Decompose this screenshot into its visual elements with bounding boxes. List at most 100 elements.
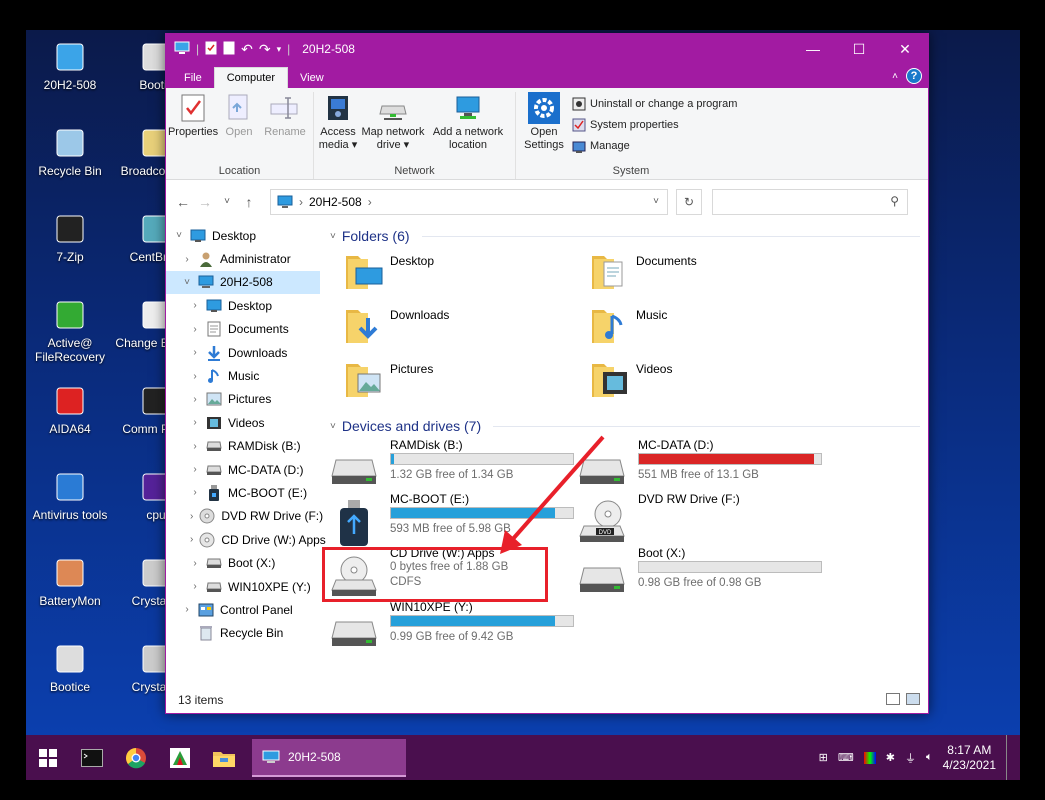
clock[interactable]: 8:17 AM 4/23/2021: [943, 743, 996, 773]
desktop-icon-item[interactable]: Recycle Bin: [26, 126, 115, 178]
chevron-right-icon[interactable]: ›: [190, 511, 193, 522]
back-arrow-icon[interactable]: ←: [176, 194, 190, 210]
close-button[interactable]: ✕: [882, 34, 928, 64]
recent-locations-chevron-icon[interactable]: ˅: [220, 196, 234, 207]
nav-item[interactable]: › Administrator: [166, 247, 320, 270]
keyboard-tray-icon[interactable]: ⌨: [838, 751, 854, 764]
show-desktop-button[interactable]: [1006, 735, 1010, 780]
chevron-down-icon[interactable]: ˅: [174, 230, 184, 241]
chevron-right-icon[interactable]: ›: [190, 487, 200, 498]
undo-icon[interactable]: ↶: [241, 41, 253, 58]
nav-item[interactable]: › Videos: [166, 411, 320, 434]
nav-item[interactable]: › DVD RW Drive (F:): [166, 505, 323, 528]
desktop-icon-item[interactable]: AIDA64: [26, 384, 115, 436]
new-folder-qa-icon[interactable]: [223, 41, 235, 58]
chevron-right-icon[interactable]: ›: [190, 371, 200, 382]
color-tray-icon[interactable]: [863, 751, 876, 764]
chevron-right-icon[interactable]: ›: [190, 324, 200, 335]
minimize-button[interactable]: —: [790, 34, 836, 64]
nav-item[interactable]: Recycle Bin: [166, 622, 320, 645]
desktop-icon-item[interactable]: Active@ FileRecovery: [26, 298, 115, 364]
breadcrumb-item[interactable]: 20H2-508: [309, 195, 362, 209]
customize-qa-icon[interactable]: ▾: [277, 44, 282, 55]
chevron-right-icon[interactable]: ›: [190, 300, 200, 311]
command-prompt-taskbar-icon[interactable]: [70, 735, 114, 780]
chevron-right-icon[interactable]: ›: [182, 254, 192, 265]
nav-item[interactable]: › CD Drive (W:) Apps: [166, 528, 326, 551]
desktop-icon-item[interactable]: Antivirus tools: [26, 470, 115, 522]
usb-tray-icon[interactable]: ⏚: [905, 750, 916, 766]
desktop-icon-item[interactable]: 20H2-508: [26, 40, 115, 92]
nav-item[interactable]: › MC-BOOT (E:): [166, 481, 320, 504]
address-dropdown-icon[interactable]: ˅: [653, 196, 659, 207]
desktop-icon-item[interactable]: BatteryMon: [26, 556, 115, 608]
help-icon[interactable]: ?: [906, 68, 922, 84]
chevron-right-icon[interactable]: ›: [190, 347, 200, 358]
tab-computer[interactable]: Computer: [213, 67, 289, 88]
drive-item[interactable]: MC-DATA (D:) 551 MB free of 13.1 GB: [578, 438, 822, 490]
folder-item[interactable]: Documents: [590, 250, 697, 292]
tab-file[interactable]: File: [172, 68, 214, 88]
chevron-right-icon[interactable]: ›: [190, 417, 200, 428]
uninstall-program-button[interactable]: Uninstall or change a program: [572, 93, 737, 114]
volume-tray-icon[interactable]: 🔈︎: [926, 751, 933, 764]
tab-view[interactable]: View: [288, 68, 336, 88]
nav-item[interactable]: › Music: [166, 364, 320, 387]
nav-item[interactable]: › RAMDisk (B:): [166, 435, 320, 458]
nav-item[interactable]: › MC-DATA (D:): [166, 458, 320, 481]
settings-tray-icon[interactable]: ✱: [886, 751, 895, 764]
large-icons-view-icon[interactable]: [906, 693, 920, 705]
drive-item[interactable]: RAMDisk (B:) 1.32 GB free of 1.34 GB: [330, 438, 574, 490]
folder-item[interactable]: Downloads: [344, 304, 449, 346]
folder-item[interactable]: Desktop: [344, 250, 434, 292]
nav-item[interactable]: › Control Panel: [166, 598, 320, 621]
nav-item[interactable]: ˅ 20H2-508: [166, 270, 320, 295]
system-properties-button[interactable]: System properties: [572, 114, 737, 135]
start-button[interactable]: [26, 735, 70, 780]
file-explorer-taskbar-icon[interactable]: [202, 735, 246, 780]
drive-item[interactable]: DVD DVD RW Drive (F:): [578, 492, 818, 544]
nav-item[interactable]: ˅ Desktop: [166, 224, 320, 247]
drive-item[interactable]: MC-BOOT (E:) 593 MB free of 5.98 GB: [330, 492, 574, 546]
forward-arrow-icon[interactable]: →: [198, 194, 212, 210]
chevron-down-icon[interactable]: ˅: [182, 277, 192, 288]
redo-icon[interactable]: ↷: [259, 41, 271, 58]
nav-item[interactable]: › WIN10XPE (Y:): [166, 575, 320, 598]
chrome-taskbar-icon[interactable]: [114, 735, 158, 780]
details-view-icon[interactable]: [886, 693, 900, 705]
nav-item[interactable]: › Documents: [166, 318, 320, 341]
nav-item[interactable]: › Desktop: [166, 294, 320, 317]
app-taskbar-icon[interactable]: [158, 735, 202, 780]
chevron-right-icon[interactable]: ›: [182, 604, 192, 615]
folder-item[interactable]: Videos: [590, 358, 672, 400]
address-bar[interactable]: › 20H2-508 › ˅: [270, 188, 668, 215]
chevron-right-icon[interactable]: ›: [190, 394, 200, 405]
chevron-right-icon[interactable]: ›: [190, 581, 200, 592]
manage-button[interactable]: Manage: [572, 135, 737, 156]
properties-qa-icon[interactable]: [205, 41, 217, 58]
network-tray-icon[interactable]: ⊞: [819, 751, 828, 764]
drives-section-header[interactable]: ˅ Devices and drives (7): [330, 418, 920, 434]
nav-item[interactable]: › Downloads: [166, 341, 320, 364]
chevron-right-icon[interactable]: ›: [190, 558, 200, 569]
up-arrow-icon[interactable]: ↑: [242, 194, 256, 210]
chevron-right-icon[interactable]: ›: [190, 441, 200, 452]
maximize-button[interactable]: ☐: [836, 34, 882, 64]
search-input[interactable]: ⚲: [712, 188, 908, 215]
chevron-right-icon[interactable]: ›: [190, 464, 200, 475]
taskbar-window-button[interactable]: 20H2-508: [252, 738, 406, 777]
breadcrumb-separator-icon[interactable]: ›: [368, 195, 372, 209]
explorer-window[interactable]: | ↶ ↷ ▾ | 20H2-508 — ☐ ✕ File Computer V…: [165, 33, 929, 714]
refresh-button[interactable]: ↻: [676, 188, 702, 215]
title-bar[interactable]: | ↶ ↷ ▾ | 20H2-508 — ☐ ✕: [166, 34, 928, 64]
chevron-up-icon[interactable]: ˄: [892, 71, 898, 82]
breadcrumb-separator-icon[interactable]: ›: [299, 195, 303, 209]
nav-item[interactable]: › Pictures: [166, 388, 320, 411]
folder-item[interactable]: Pictures: [344, 358, 433, 400]
desktop-icon-item[interactable]: 7-Zip: [26, 212, 115, 264]
drive-item[interactable]: WIN10XPE (Y:) 0.99 GB free of 9.42 GB: [330, 600, 574, 652]
drive-item[interactable]: Boot (X:) 0.98 GB free of 0.98 GB: [578, 546, 822, 598]
chevron-right-icon[interactable]: ›: [190, 534, 193, 545]
folder-item[interactable]: Music: [590, 304, 667, 346]
folders-section-header[interactable]: ˅ Folders (6): [330, 228, 920, 244]
